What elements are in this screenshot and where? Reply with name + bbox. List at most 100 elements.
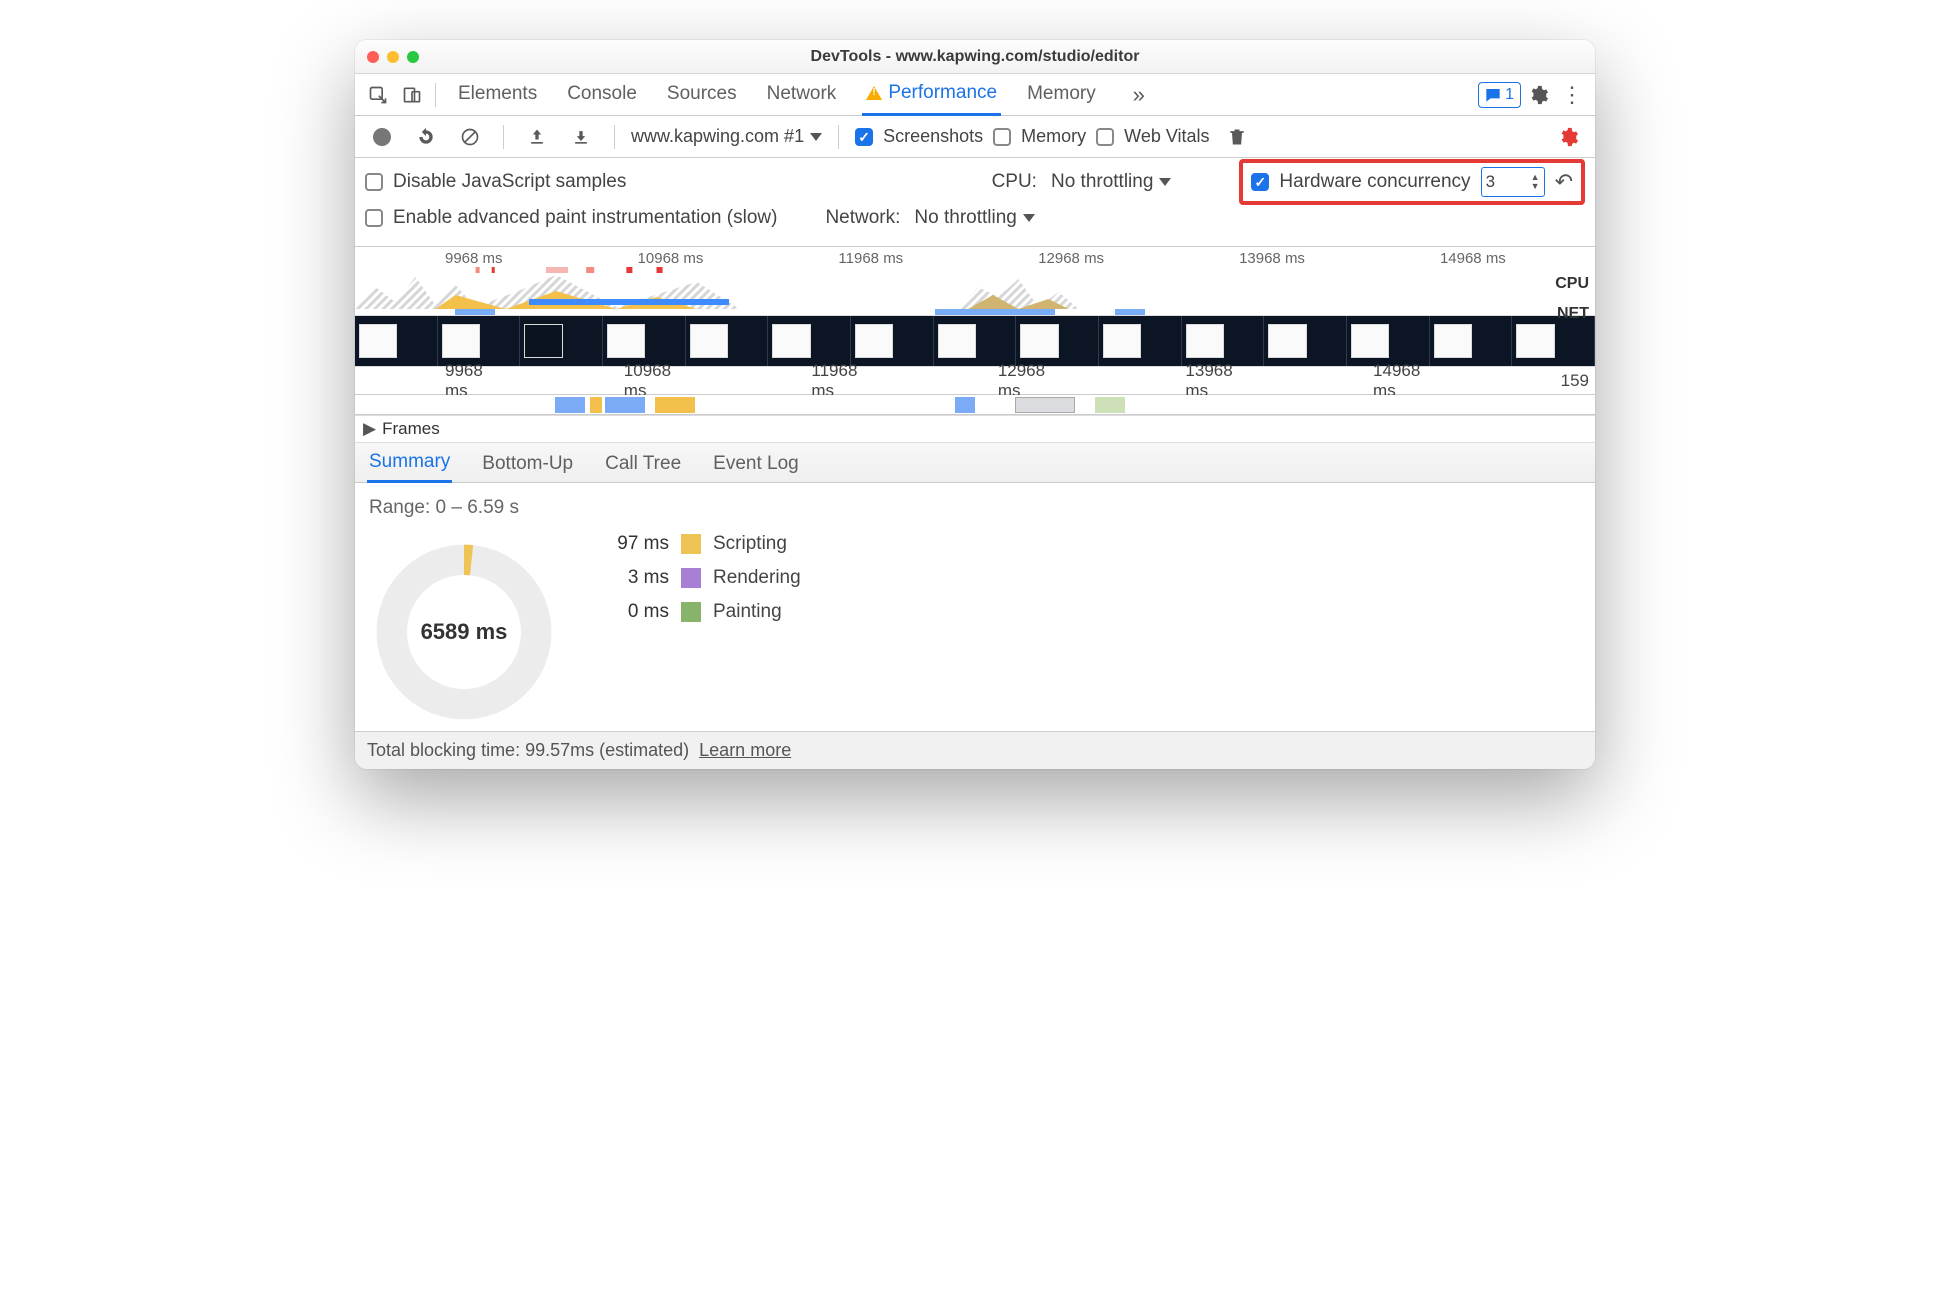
filmstrip-frame[interactable]	[1182, 316, 1265, 366]
tab-console[interactable]: Console	[563, 75, 641, 114]
tab-bottom-up[interactable]: Bottom-Up	[480, 445, 575, 482]
tab-elements[interactable]: Elements	[454, 75, 541, 114]
tab-network[interactable]: Network	[763, 75, 841, 114]
filmstrip-frame[interactable]	[1430, 316, 1513, 366]
selection-range[interactable]	[529, 299, 729, 305]
gc-trash-icon[interactable]	[1220, 120, 1254, 154]
capture-options: Disable JavaScript samples CPU: No throt…	[355, 158, 1595, 247]
track-header-frames[interactable]: ▶ Frames	[355, 415, 1595, 443]
enable-paint-instr-checkbox[interactable]	[365, 209, 383, 227]
legend-value: 3 ms	[599, 567, 669, 589]
tab-label: Sources	[667, 83, 737, 105]
tab-memory[interactable]: Memory	[1023, 75, 1100, 114]
tab-label: Summary	[369, 451, 450, 472]
filmstrip-frame[interactable]	[934, 316, 1017, 366]
tab-label: Call Tree	[605, 453, 681, 474]
legend-item-scripting: 97 ms Scripting	[599, 533, 801, 555]
legend-label: Scripting	[713, 533, 787, 555]
upload-profile-icon[interactable]	[520, 120, 554, 154]
traffic-lights	[367, 51, 419, 63]
flamechart-preview[interactable]	[355, 395, 1595, 415]
filmstrip-frame[interactable]	[603, 316, 686, 366]
disable-js-samples-label: Disable JavaScript samples	[393, 171, 626, 193]
filmstrip-frame[interactable]	[520, 316, 603, 366]
net-overview[interactable]	[355, 309, 1541, 315]
legend-swatch	[681, 602, 701, 622]
hw-concurrency-value: 3	[1486, 172, 1495, 192]
tab-label: Memory	[1027, 83, 1096, 105]
range-label: Range: 0 – 6.59 s	[369, 497, 1581, 519]
filmstrip-frame[interactable]	[851, 316, 934, 366]
hw-concurrency-label: Hardware concurrency	[1279, 171, 1470, 193]
tick: 13968 ms	[1239, 250, 1305, 267]
more-tabs-icon[interactable]: »	[1122, 78, 1156, 112]
msg-count: 1	[1505, 86, 1514, 104]
webvitals-label: Web Vitals	[1124, 126, 1209, 147]
filmstrip-frame[interactable]	[1264, 316, 1347, 366]
filmstrip-frame[interactable]	[1016, 316, 1099, 366]
clear-button[interactable]	[453, 120, 487, 154]
device-toggle-icon[interactable]	[395, 78, 429, 112]
record-button[interactable]	[365, 120, 399, 154]
tab-label: Console	[567, 83, 637, 105]
filmstrip-frame[interactable]	[1099, 316, 1182, 366]
cpu-throttle-select[interactable]: No throttling	[1051, 171, 1171, 193]
status-bar: Total blocking time: 99.57ms (estimated)…	[355, 731, 1595, 769]
hw-concurrency-input[interactable]: 3 ▲▼	[1481, 167, 1545, 197]
legend-label: Rendering	[713, 567, 801, 589]
reset-hw-concurrency-icon[interactable]: ↶	[1555, 169, 1573, 195]
filmstrip-frame[interactable]	[768, 316, 851, 366]
target-select[interactable]: www.kapwing.com #1	[631, 126, 822, 147]
inspect-element-icon[interactable]	[361, 78, 395, 112]
screenshot-filmstrip[interactable]	[355, 315, 1595, 367]
summary-legend: 97 ms Scripting 3 ms Rendering 0 ms Pain…	[599, 533, 801, 623]
tab-sources[interactable]: Sources	[663, 75, 741, 114]
console-messages-badge[interactable]: 1	[1478, 82, 1521, 108]
webvitals-checkbox[interactable]	[1096, 128, 1114, 146]
filmstrip-frame[interactable]	[686, 316, 769, 366]
tab-call-tree[interactable]: Call Tree	[603, 445, 683, 482]
network-throttle-label: Network:	[825, 207, 900, 229]
memory-checkbox[interactable]	[993, 128, 1011, 146]
window-close-button[interactable]	[367, 51, 379, 63]
tab-performance[interactable]: Performance	[862, 74, 1001, 116]
tab-label: Network	[767, 83, 837, 105]
tick: 14968 ms	[1440, 250, 1506, 267]
flamechart-ticks: 9968 ms 10968 ms 11968 ms 12968 ms 13968…	[355, 367, 1595, 395]
tick: 9968 ms	[445, 250, 503, 267]
reload-record-button[interactable]	[409, 120, 443, 154]
chevron-down-icon	[810, 133, 822, 141]
tick: 11968 ms	[838, 250, 903, 267]
filmstrip-frame[interactable]	[1347, 316, 1430, 366]
donut-center-label: 6589 ms	[369, 537, 559, 727]
hw-concurrency-checkbox[interactable]	[1251, 173, 1269, 191]
divider	[838, 125, 839, 149]
tab-event-log[interactable]: Event Log	[711, 445, 801, 482]
screenshots-checkbox[interactable]	[855, 128, 873, 146]
tab-summary[interactable]: Summary	[367, 443, 452, 483]
overview-pane[interactable]: 9968 ms 10968 ms 11968 ms 12968 ms 13968…	[355, 247, 1595, 443]
window-zoom-button[interactable]	[407, 51, 419, 63]
frames-track-label: Frames	[382, 419, 440, 439]
learn-more-link[interactable]: Learn more	[699, 740, 791, 760]
details-tabs: Summary Bottom-Up Call Tree Event Log	[355, 443, 1595, 483]
filmstrip-frame[interactable]	[355, 316, 438, 366]
settings-gear-icon[interactable]	[1521, 78, 1555, 112]
legend-label: Painting	[713, 601, 782, 623]
network-throttle-value: No throttling	[914, 207, 1016, 229]
target-label: www.kapwing.com #1	[631, 126, 804, 147]
capture-settings-gear-icon[interactable]	[1551, 120, 1585, 154]
overview-ticks: 9968 ms 10968 ms 11968 ms 12968 ms 13968…	[355, 247, 1595, 267]
filmstrip-frame[interactable]	[438, 316, 521, 366]
legend-item-rendering: 3 ms Rendering	[599, 567, 801, 589]
disable-js-samples-checkbox[interactable]	[365, 173, 383, 191]
filmstrip-frame[interactable]	[1512, 316, 1595, 366]
window-minimize-button[interactable]	[387, 51, 399, 63]
chevron-down-icon	[1159, 178, 1171, 186]
stepper-buttons[interactable]: ▲▼	[1531, 173, 1540, 191]
network-throttle-select[interactable]: No throttling	[914, 207, 1034, 229]
kebab-menu-icon[interactable]: ⋮	[1555, 78, 1589, 112]
devtools-window: DevTools - www.kapwing.com/studio/editor…	[355, 40, 1595, 769]
download-profile-icon[interactable]	[564, 120, 598, 154]
tick: 12968 ms	[1038, 250, 1104, 267]
